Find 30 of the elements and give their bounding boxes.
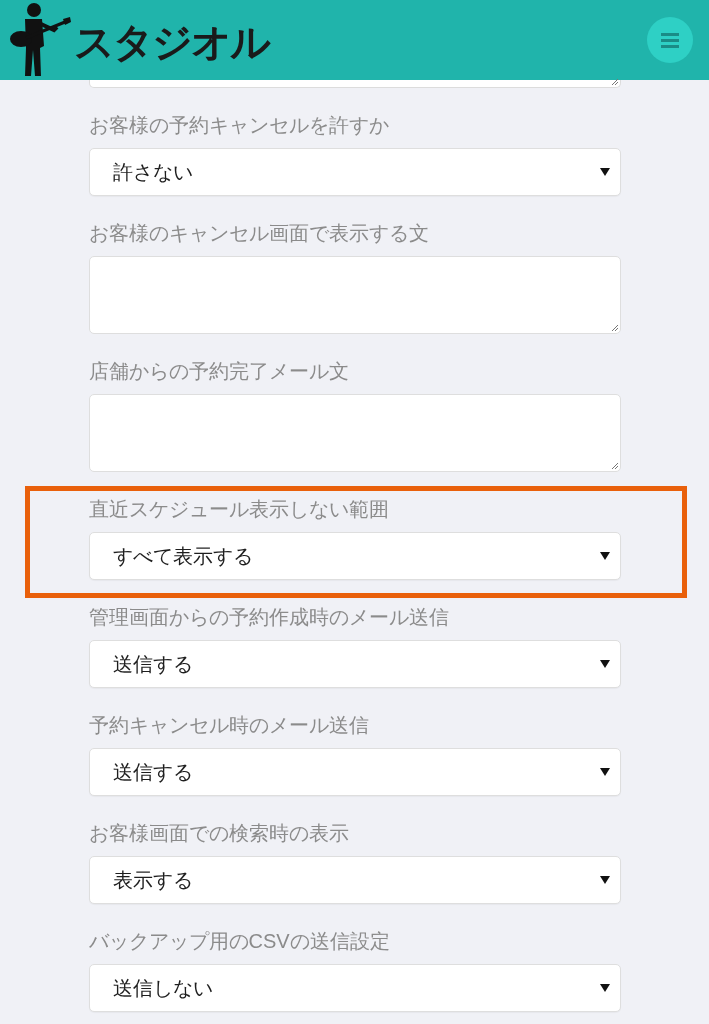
resize-grip-icon[interactable] <box>611 79 618 85</box>
field-label: 直近スケジュール表示しない範囲 <box>88 497 390 521</box>
dropdown-select[interactable]: 送信する <box>88 748 621 796</box>
field-label: お客様画面での検索時の表示 <box>88 821 350 845</box>
dropdown-select[interactable]: 表示する <box>88 856 621 904</box>
field-label: お客様のキャンセル画面で表示する文 <box>88 221 430 245</box>
resize-grip-icon[interactable] <box>611 463 618 469</box>
field-label: お客様の予約キャンセルを許すか <box>88 113 390 137</box>
field-label: 店舗からの予約完了メール文 <box>88 359 350 383</box>
menu-button[interactable] <box>647 17 693 63</box>
caret-icon <box>599 984 610 992</box>
menu-icon <box>661 32 679 48</box>
caret-icon <box>599 768 610 776</box>
caret-icon <box>599 552 610 560</box>
text-area-field[interactable] <box>88 256 621 334</box>
field-label: 予約キャンセル時のメール送信 <box>88 713 370 737</box>
resize-grip-icon[interactable] <box>611 325 618 331</box>
text-area-field[interactable] <box>88 394 621 472</box>
caret-icon <box>599 168 610 176</box>
caret-icon <box>599 876 610 884</box>
guitarist-silhouette-icon <box>8 2 72 78</box>
dropdown-select[interactable]: 許さない <box>88 148 621 196</box>
field-label: 管理画面からの予約作成時のメール送信 <box>88 605 450 629</box>
logo-text: スタジオル <box>74 22 269 62</box>
caret-icon <box>599 660 610 668</box>
text-area-field[interactable] <box>88 80 621 88</box>
dropdown-select[interactable]: すべて表示する <box>88 532 621 580</box>
field-label: バックアップ用のCSVの送信設定 <box>88 929 391 953</box>
dropdown-select[interactable]: 送信する <box>88 640 621 688</box>
dropdown-select[interactable]: 送信しない <box>88 964 621 1012</box>
